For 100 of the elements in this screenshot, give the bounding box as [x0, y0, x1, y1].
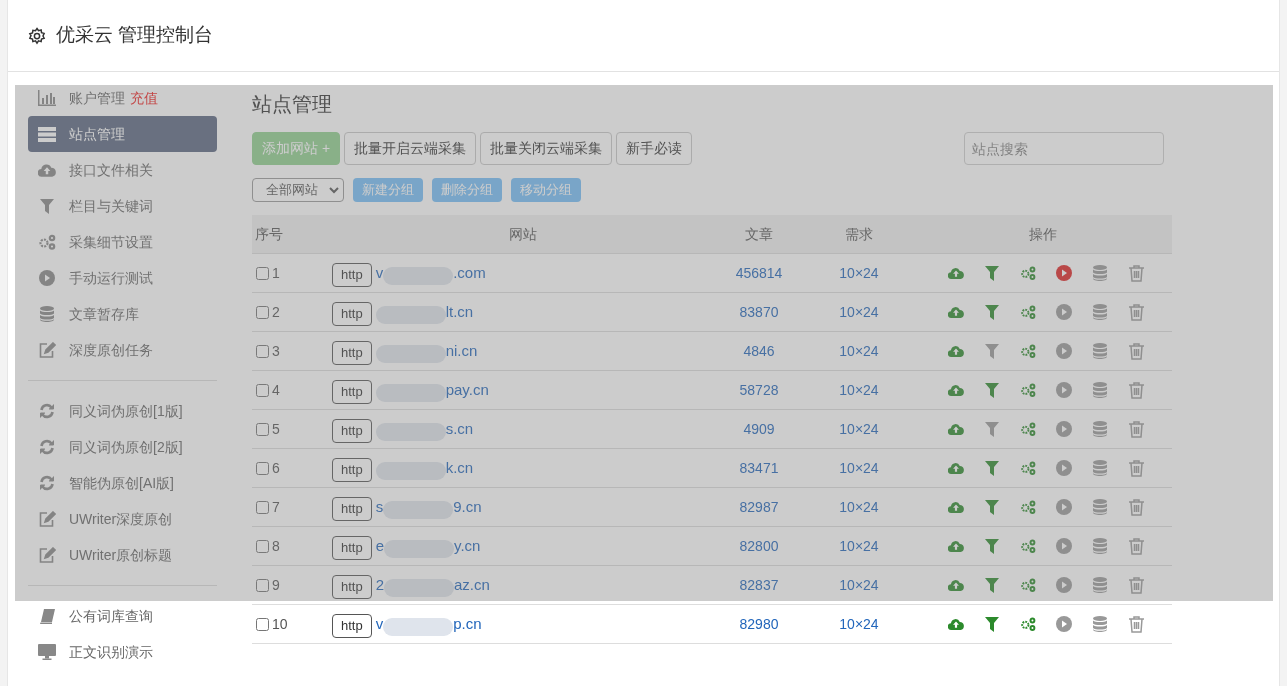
trash-icon[interactable] — [1128, 420, 1144, 438]
trash-icon[interactable] — [1128, 303, 1144, 321]
play-icon[interactable] — [1056, 421, 1072, 437]
toolbar-button[interactable]: 批量开启云端采集 — [344, 132, 477, 165]
gears-icon[interactable] — [1020, 460, 1036, 476]
trash-icon[interactable] — [1128, 459, 1144, 477]
cloud-upload-icon — [38, 163, 56, 177]
sidebar-item[interactable]: 正文识别演示 — [28, 634, 217, 670]
row-checkbox[interactable] — [256, 461, 269, 475]
trash-icon[interactable] — [1128, 615, 1144, 633]
gears-icon[interactable] — [1020, 616, 1036, 632]
group-button[interactable]: 新建分组 — [353, 178, 423, 202]
cloud-upload-icon[interactable] — [948, 617, 964, 631]
play-icon[interactable] — [1056, 304, 1072, 320]
domain-text: 2 — [375, 574, 385, 595]
gears-icon[interactable] — [1020, 304, 1036, 320]
cloud-upload-icon[interactable] — [948, 344, 964, 358]
group-button[interactable]: 移动分组 — [511, 178, 581, 202]
trash-icon[interactable] — [1128, 342, 1144, 360]
trash-icon[interactable] — [1128, 381, 1144, 399]
sidebar-item[interactable]: 同义词伪原创[2版] — [28, 429, 217, 465]
trash-icon[interactable] — [1128, 264, 1144, 282]
database-icon[interactable] — [1093, 577, 1107, 593]
database-icon[interactable] — [1093, 421, 1107, 437]
gears-icon[interactable] — [1020, 538, 1036, 554]
row-checkbox[interactable] — [256, 578, 269, 592]
sidebar-item[interactable]: 深度原创任务 — [28, 332, 217, 368]
group-button[interactable]: 删除分组 — [432, 178, 502, 202]
sidebar-item[interactable]: 采集细节设置 — [28, 224, 217, 260]
sidebar-item[interactable]: 账户管理 充值 — [28, 80, 217, 116]
sidebar-item[interactable]: 栏目与关键词 — [28, 188, 217, 224]
trash-icon[interactable] — [1128, 576, 1144, 594]
sidebar-item[interactable]: 公有词库查询 — [28, 598, 217, 634]
cloud-upload-icon[interactable] — [948, 500, 964, 514]
database-icon[interactable] — [1093, 382, 1107, 398]
cloud-upload-icon[interactable] — [948, 305, 964, 319]
play-icon[interactable] — [1056, 382, 1072, 398]
filter-icon[interactable] — [985, 538, 999, 554]
database-icon[interactable] — [1093, 616, 1107, 632]
search-field[interactable]: 站点搜索 — [964, 132, 1164, 165]
table-cell-text: 10×24 — [838, 419, 880, 439]
row-checkbox[interactable] — [256, 539, 269, 553]
play-icon[interactable] — [1056, 499, 1072, 515]
cloud-upload-icon[interactable] — [948, 266, 964, 280]
filter-icon[interactable] — [985, 421, 999, 437]
database-icon[interactable] — [1093, 460, 1107, 476]
play-icon[interactable] — [1056, 265, 1072, 281]
database-icon[interactable] — [1093, 499, 1107, 515]
sidebar-item[interactable]: 同义词伪原创[1版] — [28, 393, 217, 429]
row-checkbox[interactable] — [256, 383, 269, 397]
gears-icon[interactable] — [1020, 421, 1036, 437]
gears-icon[interactable] — [1020, 265, 1036, 281]
play-icon[interactable] — [1056, 577, 1072, 593]
filter-icon[interactable] — [985, 499, 999, 515]
sidebar-item[interactable]: UWriter原创标题 — [28, 537, 217, 573]
row-checkbox[interactable] — [256, 422, 269, 436]
sidebar-item[interactable]: 接口文件相关 — [28, 152, 217, 188]
row-number: 10 — [272, 614, 288, 634]
database-icon[interactable] — [1093, 265, 1107, 281]
play-icon[interactable] — [1056, 460, 1072, 476]
play-icon[interactable] — [1056, 538, 1072, 554]
recharge-link[interactable]: 充值 — [130, 87, 158, 109]
filter-icon[interactable] — [985, 343, 999, 359]
cloud-upload-icon[interactable] — [948, 578, 964, 592]
sidebar-item[interactable]: 站点管理 — [28, 116, 217, 152]
filter-icon[interactable] — [985, 577, 999, 593]
row-checkbox[interactable] — [256, 617, 269, 631]
row-number: 7 — [272, 497, 280, 517]
cloud-upload-icon[interactable] — [948, 539, 964, 553]
row-checkbox[interactable] — [256, 266, 269, 280]
filter-icon[interactable] — [985, 616, 999, 632]
database-icon[interactable] — [1093, 343, 1107, 359]
database-icon[interactable] — [1093, 538, 1107, 554]
cloud-upload-icon[interactable] — [948, 422, 964, 436]
gears-icon[interactable] — [1020, 577, 1036, 593]
sidebar-item[interactable]: 智能伪原创[AI版] — [28, 465, 217, 501]
toolbar-button[interactable]: 新手必读 — [616, 132, 693, 165]
sidebar-item[interactable]: 文章暂存库 — [28, 296, 217, 332]
group-select[interactable]: 全部网站 — [252, 178, 344, 202]
gears-icon[interactable] — [1020, 343, 1036, 359]
filter-icon[interactable] — [985, 382, 999, 398]
filter-icon[interactable] — [985, 460, 999, 476]
play-icon[interactable] — [1056, 343, 1072, 359]
sidebar-item[interactable]: 手动运行测试 — [28, 260, 217, 296]
gears-icon[interactable] — [1020, 382, 1036, 398]
database-icon[interactable] — [1093, 304, 1107, 320]
filter-icon[interactable] — [985, 265, 999, 281]
toolbar-button[interactable]: 批量关闭云端采集 — [480, 132, 613, 165]
gears-icon[interactable] — [1020, 499, 1036, 515]
row-checkbox[interactable] — [256, 305, 269, 319]
trash-icon[interactable] — [1128, 498, 1144, 516]
sidebar-item[interactable]: UWriter深度原创 — [28, 501, 217, 537]
filter-icon[interactable] — [985, 304, 999, 320]
scheme-tag: http — [332, 614, 372, 638]
cloud-upload-icon[interactable] — [948, 383, 964, 397]
trash-icon[interactable] — [1128, 537, 1144, 555]
row-checkbox[interactable] — [256, 344, 269, 358]
row-checkbox[interactable] — [256, 500, 269, 514]
cloud-upload-icon[interactable] — [948, 461, 964, 475]
play-icon[interactable] — [1056, 616, 1072, 632]
